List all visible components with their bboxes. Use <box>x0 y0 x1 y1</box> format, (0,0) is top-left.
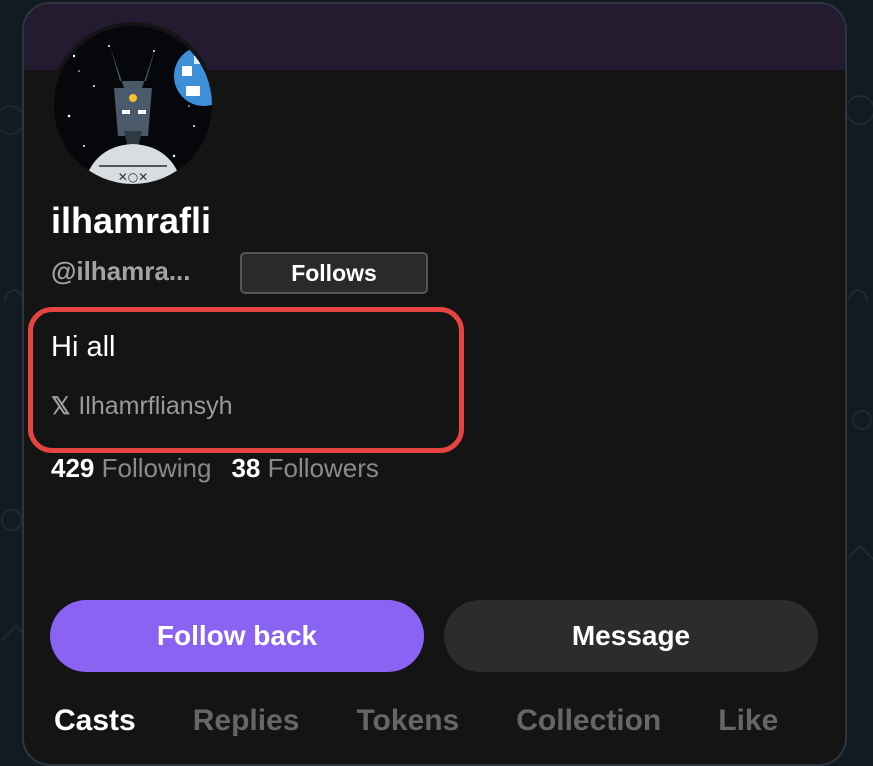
x-profile-link[interactable]: 𝕏 Ilhamrfliansyh <box>51 392 233 421</box>
tab-likes[interactable]: Like <box>718 704 778 738</box>
tab-casts[interactable]: Casts <box>54 704 136 738</box>
follow-stats: 429 Following 38 Followers <box>51 453 379 484</box>
followers-stat[interactable]: 38 Followers <box>231 453 378 484</box>
profile-card: ✕○✕ ilhamrafli @ilhamra... Follows Hi al… <box>22 2 847 766</box>
followers-label: Followers <box>267 453 379 483</box>
username-handle: @ilhamra... <box>51 256 191 286</box>
tab-collection[interactable]: Collection <box>516 704 661 738</box>
follows-you-badge: Follows <box>240 252 428 294</box>
following-stat[interactable]: 429 Following <box>51 453 211 484</box>
avatar[interactable]: ✕○✕ <box>50 22 216 188</box>
follow-back-button[interactable]: Follow back <box>50 600 424 672</box>
profile-tabs: Casts Replies Tokens Collection Like <box>54 704 778 738</box>
followers-count: 38 <box>231 453 261 483</box>
tab-replies[interactable]: Replies <box>193 704 300 738</box>
x-logo-icon: 𝕏 <box>51 393 71 420</box>
following-count: 429 <box>51 453 95 483</box>
red-highlight-annotation <box>28 307 464 453</box>
x-username: Ilhamrfliansyh <box>78 392 233 420</box>
tab-tokens[interactable]: Tokens <box>356 704 459 738</box>
avatar-image: ✕○✕ <box>54 26 212 184</box>
svg-text:✕○✕: ✕○✕ <box>118 170 149 184</box>
following-label: Following <box>101 453 212 483</box>
display-name: ilhamrafli <box>51 200 212 241</box>
message-button[interactable]: Message <box>444 600 818 672</box>
profile-bio: Hi all <box>51 331 116 363</box>
